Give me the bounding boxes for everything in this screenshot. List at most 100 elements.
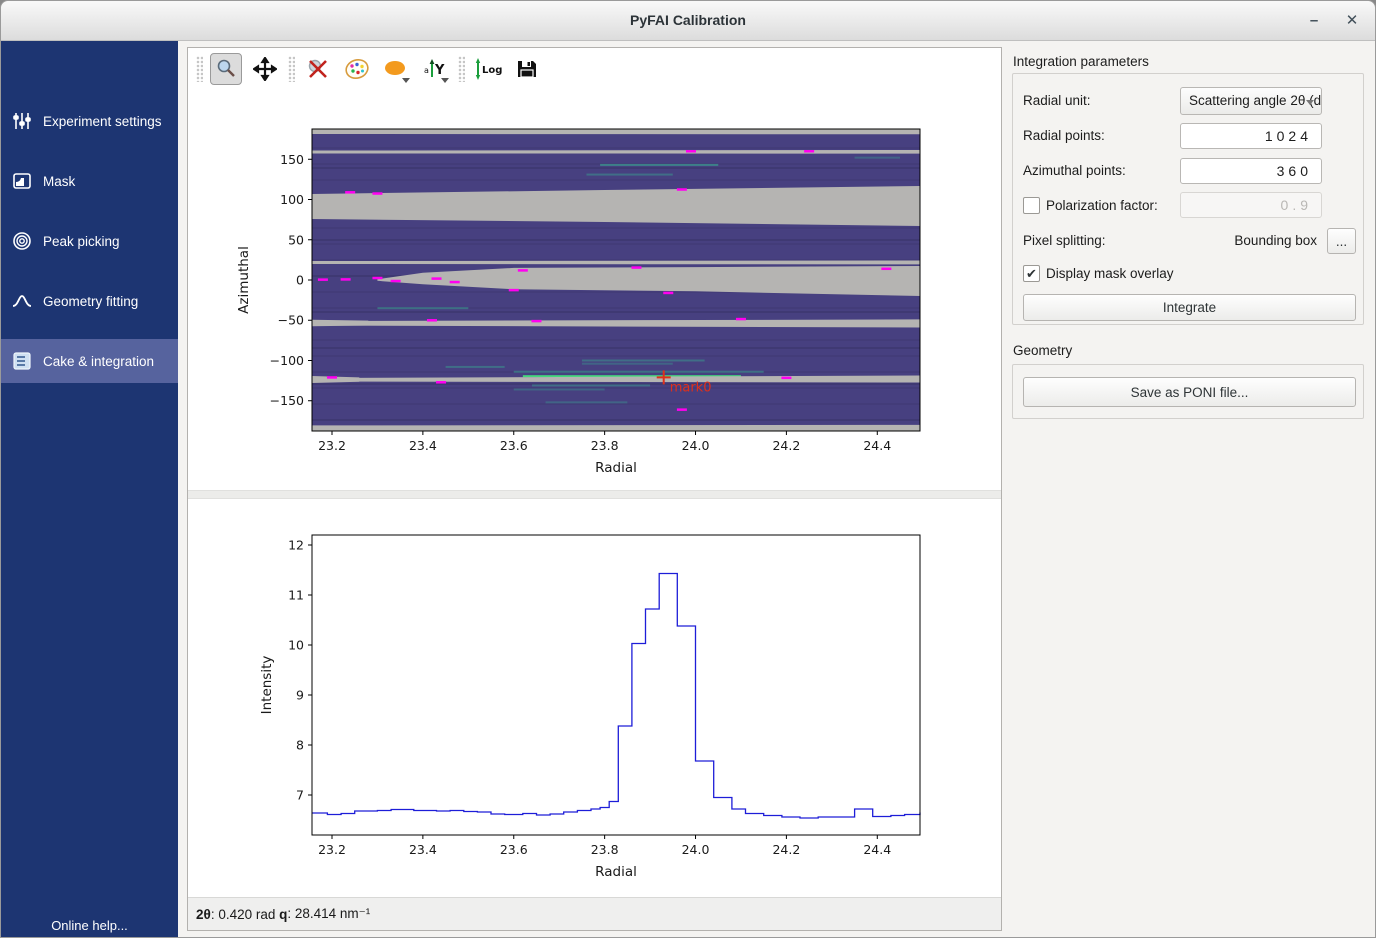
- azimuthal-points-label: Azimuthal points:: [1023, 163, 1126, 178]
- svg-text:50: 50: [288, 232, 304, 247]
- sidebar-item-label: Mask: [43, 174, 75, 189]
- q-value: : 28.414 nm⁻¹: [287, 906, 370, 922]
- geometry-group: Save as PONI file...: [1012, 364, 1364, 419]
- svg-text:10: 10: [288, 638, 304, 653]
- colormap-button[interactable]: [341, 53, 373, 85]
- tth-label: 2θ: [196, 907, 211, 922]
- minimize-button[interactable]: –: [1301, 9, 1327, 33]
- pan-button[interactable]: [249, 53, 281, 85]
- target-icon: [12, 231, 32, 251]
- radial-unit-combobox[interactable]: Scattering angle 2θ (deg): [1180, 87, 1322, 115]
- tth-value: : 0.420 rad: [211, 907, 279, 922]
- svg-text:11: 11: [288, 588, 304, 603]
- statusbar: 2θ: 0.420 rad q: 28.414 nm⁻¹: [188, 897, 1001, 930]
- svg-text:23.2: 23.2: [318, 842, 346, 857]
- svg-text:Intensity: Intensity: [259, 656, 275, 715]
- sidebar-item-label: Experiment settings: [43, 114, 162, 129]
- zoom-button[interactable]: [210, 53, 242, 85]
- save-button[interactable]: [511, 53, 543, 85]
- svg-text:Log: Log: [482, 65, 502, 76]
- svg-text:24.0: 24.0: [682, 438, 710, 453]
- sidebar-item-peak-picking[interactable]: Peak picking: [1, 219, 178, 263]
- save-poni-button[interactable]: Save as PONI file...: [1023, 377, 1356, 407]
- sidebar-item-label: Geometry fitting: [43, 294, 138, 309]
- svg-text:23.8: 23.8: [591, 438, 619, 453]
- q-label: q: [279, 907, 287, 922]
- mask-icon: [12, 171, 32, 191]
- cake-2d-plot[interactable]: mark023.223.423.623.824.024.224.41501005…: [188, 91, 1001, 490]
- svg-text:24.2: 24.2: [772, 842, 800, 857]
- svg-text:Radial: Radial: [595, 864, 637, 880]
- chevron-down-icon: [1306, 100, 1314, 105]
- y-autoscale-button[interactable]: a Y: [419, 53, 451, 85]
- azimuthal-points-input[interactable]: 360: [1180, 158, 1322, 184]
- toolbar-grip: [196, 56, 203, 82]
- svg-text:9: 9: [296, 688, 304, 703]
- splitter-handle[interactable]: [188, 490, 1001, 499]
- svg-text:Radial: Radial: [595, 460, 637, 476]
- integration-parameters-title: Integration parameters: [1013, 54, 1149, 69]
- toolbar-grip: [288, 56, 295, 82]
- sidebar-item-cake-integration[interactable]: Cake & integration: [1, 339, 178, 383]
- svg-text:12: 12: [288, 538, 304, 553]
- svg-text:−150: −150: [270, 393, 304, 408]
- dropdown-arrow-icon: [402, 78, 410, 83]
- zoom-reset-icon: [306, 57, 330, 81]
- close-button[interactable]: ✕: [1339, 9, 1365, 33]
- settings-panel: Integration parameters Radial unit: Scat…: [1009, 41, 1376, 938]
- mask-display-button[interactable]: [380, 53, 412, 85]
- window-title: PyFAI Calibration: [1, 12, 1375, 28]
- zoom-reset-button[interactable]: [302, 53, 334, 85]
- polarization-checkbox[interactable]: [1023, 197, 1040, 214]
- sidebar-item-label: Cake & integration: [43, 354, 154, 369]
- sidebar-item-mask[interactable]: Mask: [1, 159, 178, 203]
- pan-arrows-icon: [253, 57, 277, 81]
- svg-text:Azimuthal: Azimuthal: [236, 246, 252, 314]
- mask-overlay-checkbox[interactable]: ✔: [1023, 265, 1040, 282]
- polarization-input[interactable]: 0.9: [1180, 192, 1322, 218]
- svg-text:24.4: 24.4: [863, 842, 891, 857]
- svg-text:24.4: 24.4: [863, 438, 891, 453]
- sliders-icon: [12, 111, 32, 131]
- radial-points-input[interactable]: 1024: [1180, 123, 1322, 149]
- sidebar-item-experiment-settings[interactable]: Experiment settings: [1, 99, 178, 143]
- svg-text:7: 7: [296, 788, 304, 803]
- log-scale-icon: Log: [473, 57, 503, 81]
- pixel-splitting-label: Pixel splitting:: [1023, 233, 1106, 248]
- cake-integration-icon: [12, 351, 32, 371]
- toolbar-grip: [458, 56, 465, 82]
- svg-text:23.4: 23.4: [409, 842, 437, 857]
- ellipse-icon: [383, 59, 409, 79]
- svg-text:23.8: 23.8: [591, 842, 619, 857]
- peak-curve-icon: [12, 291, 32, 311]
- svg-text:Y: Y: [434, 63, 445, 78]
- pixel-splitting-more-button[interactable]: ...: [1327, 228, 1356, 254]
- svg-text:100: 100: [280, 192, 304, 207]
- sidebar-item-geometry-fitting[interactable]: Geometry fitting: [1, 279, 178, 323]
- svg-text:23.6: 23.6: [500, 842, 528, 857]
- sidebar-item-label: Peak picking: [43, 234, 120, 249]
- sidebar: Experiment settings Mask Peak picking: [1, 41, 178, 938]
- svg-text:0: 0: [296, 273, 304, 288]
- plot-toolbar: a Y Log: [188, 48, 1001, 90]
- floppy-save-icon: [516, 58, 538, 80]
- svg-text:24.0: 24.0: [682, 842, 710, 857]
- integrate-button[interactable]: Integrate: [1023, 294, 1356, 321]
- svg-text:23.4: 23.4: [409, 438, 437, 453]
- integrated-profile-plot[interactable]: 23.2 23.4 23.6 23.8 24.0 24.2 24.4 7 8 9 10 11 12 Rad…: [188, 499, 1001, 898]
- integration-parameters-group: Radial unit: Scattering angle 2θ (deg) R…: [1012, 73, 1364, 325]
- svg-text:8: 8: [296, 738, 304, 753]
- svg-text:−100: −100: [270, 353, 304, 368]
- polarization-label: Polarization factor:: [1046, 198, 1158, 213]
- mask-overlay-label: Display mask overlay: [1046, 266, 1174, 281]
- palette-icon: [344, 57, 370, 81]
- radial-unit-value: Scattering angle 2θ (deg): [1189, 93, 1322, 108]
- online-help-link[interactable]: Online help...: [1, 918, 178, 933]
- svg-text:mark0: mark0: [670, 380, 712, 395]
- svg-text:−50: −50: [278, 313, 304, 328]
- log-scale-button[interactable]: Log: [472, 53, 504, 85]
- svg-text:150: 150: [280, 152, 304, 167]
- svg-text:23.6: 23.6: [500, 438, 528, 453]
- svg-text:23.2: 23.2: [318, 438, 346, 453]
- radial-unit-label: Radial unit:: [1023, 93, 1091, 108]
